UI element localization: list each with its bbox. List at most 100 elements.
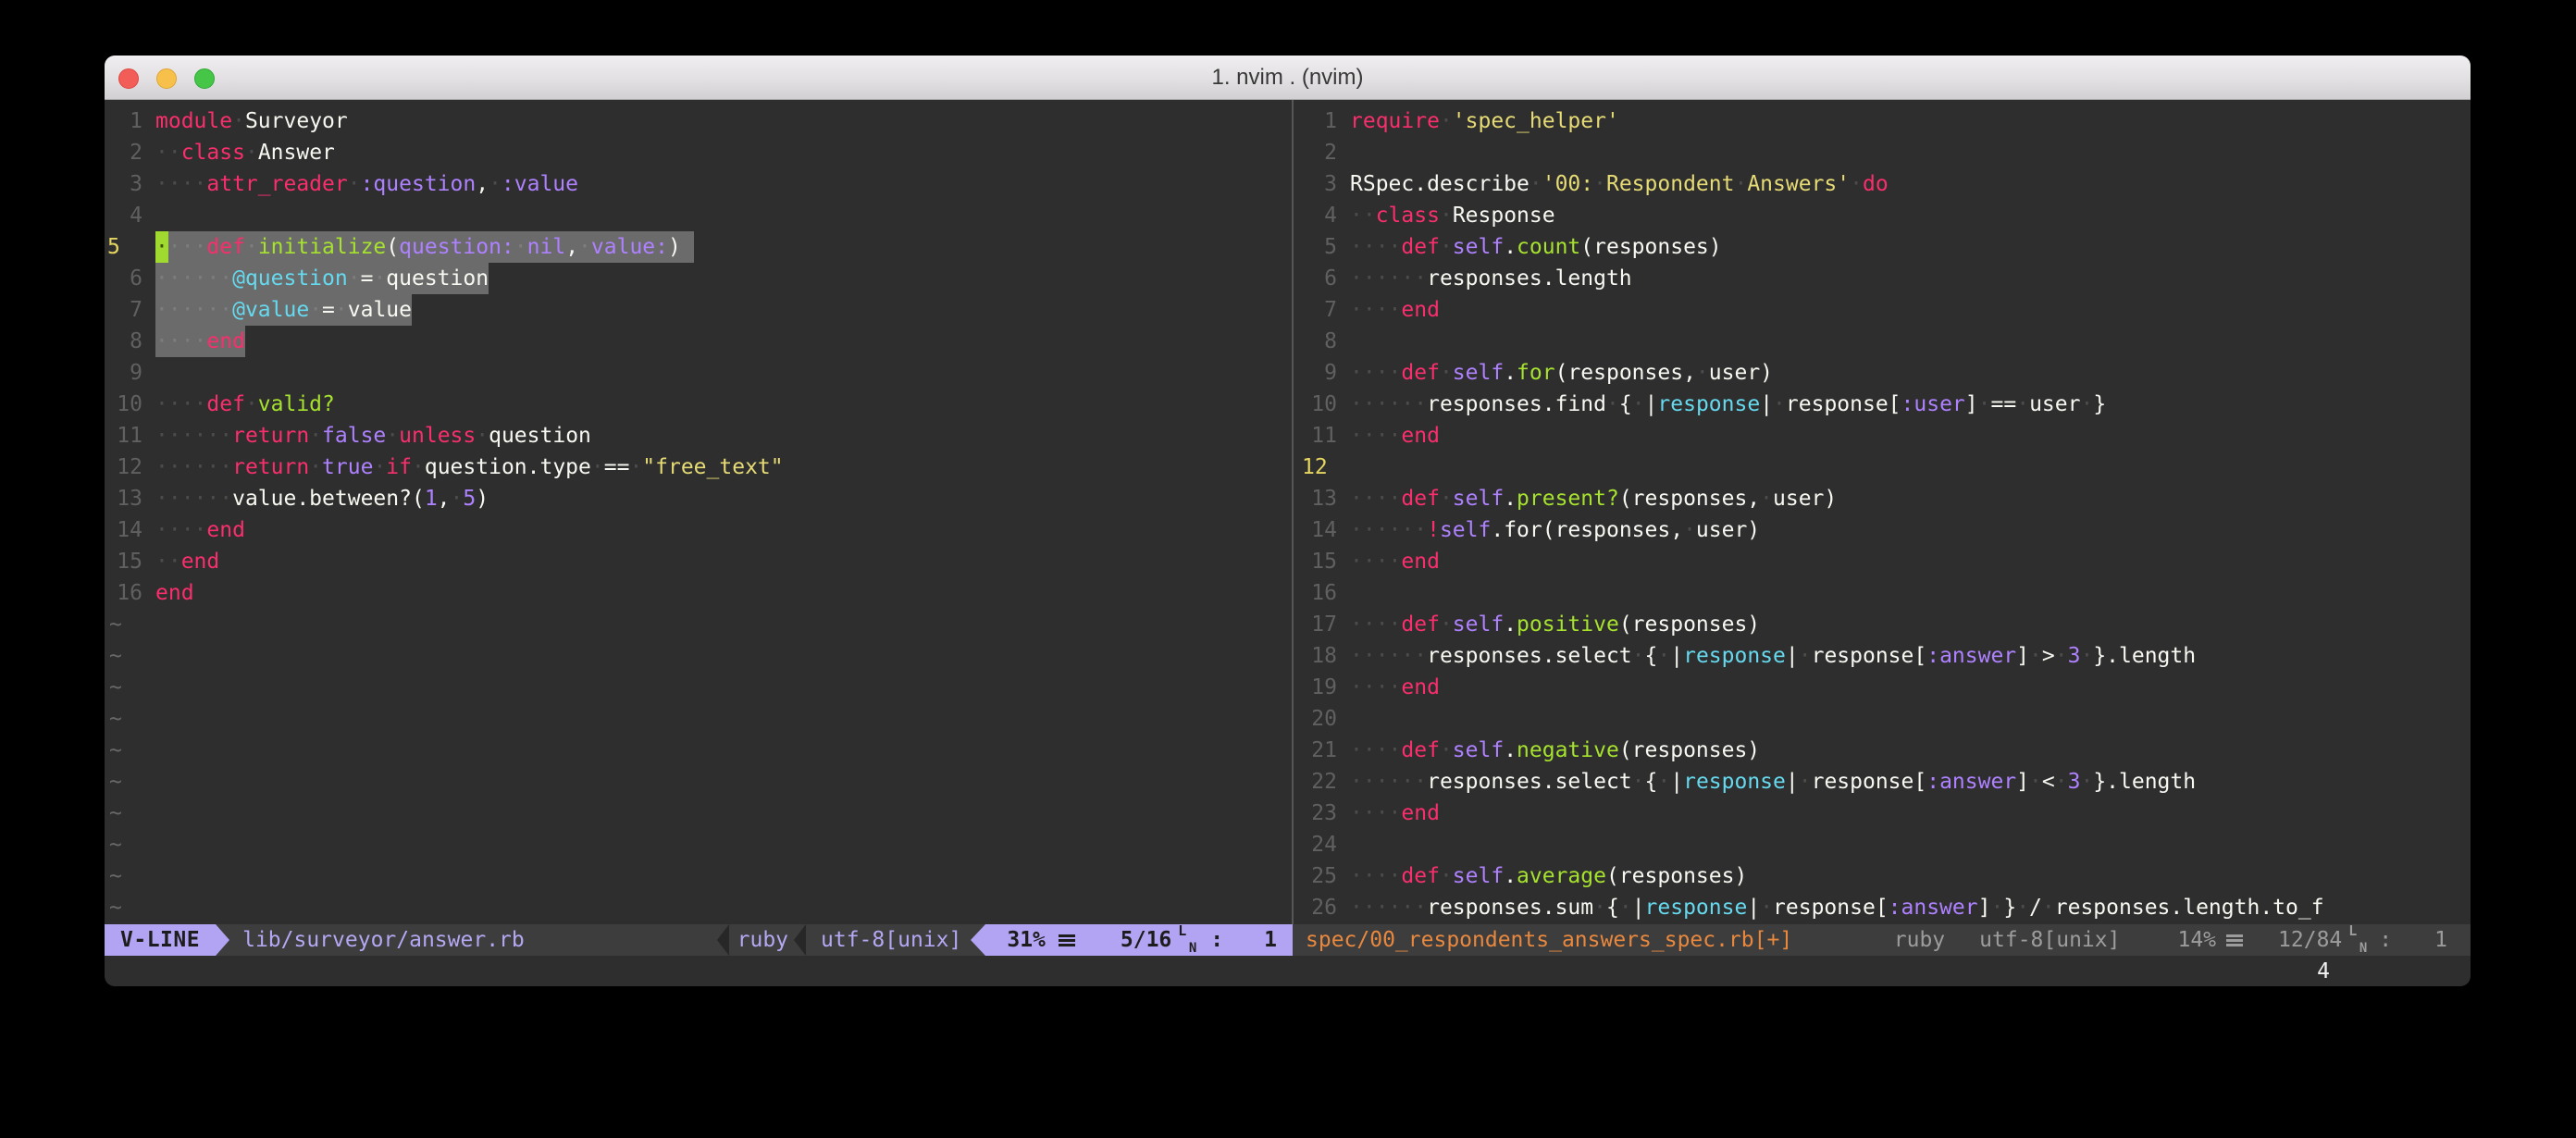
tilde-marker: ~ (105, 798, 122, 829)
code-text: ····def·self.present?(responses,·user) (1350, 483, 1837, 514)
code-token: · (245, 235, 258, 259)
code-token: average (1517, 864, 1606, 888)
code-line: 8 (1299, 326, 2471, 357)
space-dot: ······ (155, 266, 232, 291)
code-token: end (206, 518, 245, 542)
code-token: (responses) (1606, 864, 1747, 888)
code-token: · (1440, 487, 1453, 511)
space-dot: · (1683, 518, 1696, 542)
code-text: ······return·true·if·question.type·==·"f… (155, 451, 784, 483)
code-token: end (1401, 675, 1440, 699)
tilde-marker: ~ (105, 640, 122, 672)
empty-buffer-line: ~ (105, 640, 1286, 672)
code-line: 3····attr_reader·:question,·:value (105, 168, 1286, 200)
code-token: false (322, 424, 386, 448)
visual-block-cursor: · (155, 231, 168, 263)
code-token: ···· (155, 518, 206, 542)
code-token: ·Answer (245, 141, 335, 165)
code-line: 24 (1299, 829, 2471, 860)
code-text: ····attr_reader·:question,·:value (155, 168, 578, 200)
line-number: 12 (105, 451, 155, 483)
space-dot: ···· (155, 392, 206, 416)
line-number-icon: LN (1178, 926, 1197, 954)
space-dot: · (373, 266, 386, 291)
code-token: module (155, 109, 232, 133)
code-token: ······ (1350, 518, 1427, 542)
code-line: 10····def·valid? (105, 389, 1286, 420)
code-text: ····end (1350, 672, 1440, 703)
code-token: end (1401, 424, 1440, 448)
space-dot: · (1619, 896, 1632, 920)
code-token: ]·}·/·responses.length.to_f (1978, 896, 2324, 920)
space-dot: · (451, 487, 464, 511)
code-token: do (1863, 172, 1889, 196)
code-line: 6······@question·=·question (105, 263, 1286, 294)
code-token: return (232, 455, 309, 479)
left-editor-pane[interactable]: 1module·Surveyor2··class·Answer3····attr… (105, 105, 1286, 923)
space-dot: · (578, 235, 591, 259)
code-token: response (1645, 896, 1748, 920)
code-token: ······ (155, 298, 232, 322)
code-token: |·response[ (1786, 770, 1926, 794)
line-number: 7 (1299, 294, 1350, 326)
right-cursor-position: 12/84 (2278, 924, 2342, 956)
space-dot: · (1440, 109, 1453, 133)
space-dot: ·· (1350, 204, 1376, 228)
code-token: def (1401, 235, 1440, 259)
code-line: 21····def·self.negative(responses) (1299, 735, 2471, 766)
code-token: 3 (2068, 770, 2081, 794)
space-dot: · (2080, 644, 2093, 668)
line-number: 11 (1299, 420, 1350, 451)
line-number: 3 (105, 168, 155, 200)
space-dot: · (1440, 235, 1453, 259)
code-token: response (1683, 644, 1786, 668)
right-editor-pane[interactable]: 1require·'spec_helper'23RSpec.describe·'… (1299, 105, 2471, 923)
space-dot: · (1440, 612, 1453, 637)
command-line[interactable]: 4 (105, 956, 2471, 986)
space-dot: · (591, 455, 604, 479)
code-token: for (1517, 361, 1555, 385)
left-filename: lib/surveyor/answer.rb (242, 924, 525, 956)
code-token: 5 (463, 487, 476, 511)
code-token: question: (399, 235, 514, 259)
code-token: "free_text" (642, 455, 783, 479)
hamburger-icon (1059, 934, 1075, 946)
code-token: ···· (1350, 361, 1401, 385)
code-token: :user (1901, 392, 1965, 416)
code-token: ,· (476, 172, 502, 196)
code-token: . (1504, 361, 1517, 385)
code-token: · (1440, 109, 1453, 133)
close-button[interactable] (118, 68, 139, 89)
space-dot: · (489, 172, 502, 196)
code-text: ····def·self.negative(responses) (1350, 735, 1760, 766)
space-dot: ······ (1350, 266, 1427, 291)
line-number: 22 (1299, 766, 1350, 798)
code-token: self (1453, 487, 1504, 511)
space-dot: · (155, 235, 168, 259)
code-line: 10······responses.find·{·|response|·resp… (1299, 389, 2471, 420)
zoom-button[interactable] (194, 68, 215, 89)
separator-chevron-icon (717, 924, 729, 956)
code-token: · (1440, 612, 1453, 637)
code-line: 3RSpec.describe·'00:·Respondent·Answers'… (1299, 168, 2471, 200)
code-token: end (181, 550, 220, 574)
code-token: ······ (155, 266, 232, 291)
code-text: ··class·Answer (155, 137, 335, 168)
code-line: 12······return·true·if·question.type·==·… (105, 451, 1286, 483)
code-token: present? (1517, 487, 1619, 511)
space-dot: · (348, 172, 361, 196)
space-dot: ······ (1350, 392, 1427, 416)
tilde-marker: ~ (105, 860, 122, 892)
line-number: 15 (1299, 546, 1350, 577)
space-dot: · (309, 298, 322, 322)
code-token: ···· (1350, 738, 1401, 762)
line-number: 19 (1299, 672, 1350, 703)
space-dot: ···· (1350, 864, 1401, 888)
vertical-split-divider[interactable] (1292, 100, 1294, 924)
space-dot: · (1773, 392, 1786, 416)
window-titlebar[interactable]: 1. nvim . (nvim) (105, 56, 2471, 100)
code-text: ····def·self.count(responses) (1350, 231, 1722, 263)
minimize-button[interactable] (156, 68, 177, 89)
code-token: response (1657, 392, 1760, 416)
showcmd-count: 4 (2317, 956, 2330, 986)
